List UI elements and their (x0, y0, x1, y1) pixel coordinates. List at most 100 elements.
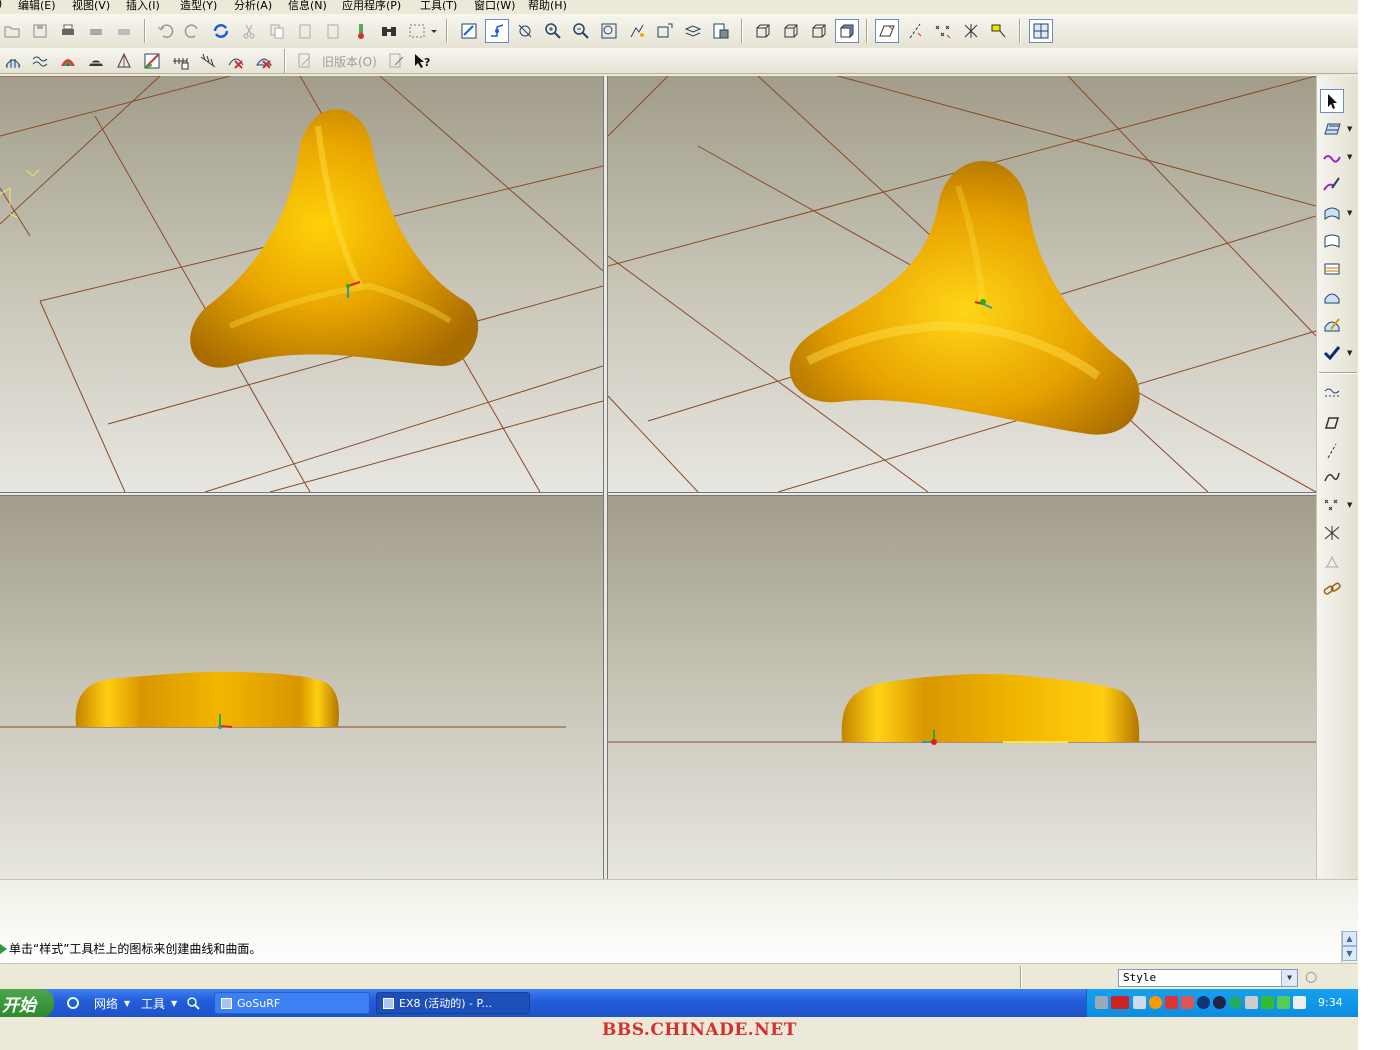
tray-app-icon[interactable] (1149, 996, 1162, 1009)
done-dropdown-icon[interactable]: ▼ (1347, 349, 1352, 357)
tray-ati-icon[interactable] (1111, 996, 1129, 1009)
surface-dropdown-icon[interactable]: ▼ (1347, 209, 1352, 217)
select-pointer-icon[interactable] (1320, 89, 1344, 113)
tray-power-icon[interactable] (1197, 996, 1210, 1009)
message-scrollbar[interactable]: ▲ ▼ (1341, 931, 1358, 963)
section-analysis-icon[interactable] (28, 49, 52, 73)
chain-link-icon[interactable] (1320, 577, 1344, 601)
datum-axes-icon[interactable] (903, 19, 927, 43)
menu-insert[interactable]: 插入(I) (126, 0, 160, 12)
refit-icon[interactable] (597, 19, 621, 43)
datum-planes-icon[interactable] (875, 19, 899, 43)
curve-dropdown-icon[interactable]: ▼ (1347, 153, 1352, 161)
taskbar-clock[interactable]: 9:34 (1318, 996, 1343, 1009)
surface-connect-icon[interactable] (1320, 229, 1344, 253)
create-curve-icon[interactable] (1320, 145, 1344, 169)
send-icon[interactable] (112, 19, 136, 43)
spin-center-icon[interactable] (485, 19, 509, 43)
curvature-porcupine-icon[interactable] (196, 49, 220, 73)
old-version-icon[interactable] (293, 49, 317, 73)
menu-info[interactable]: 信息(N) (288, 0, 327, 12)
plane-dropdown-icon[interactable]: ▼ (1347, 125, 1352, 133)
model-tree-icon[interactable] (349, 19, 373, 43)
slope-analysis-icon[interactable] (140, 49, 164, 73)
chevron-down-icon[interactable]: ▼ (1281, 970, 1297, 986)
layers-icon[interactable] (681, 19, 705, 43)
repaint-icon[interactable] (457, 19, 481, 43)
done-check-icon[interactable] (1320, 341, 1344, 365)
viewport-top-left[interactable] (0, 76, 603, 492)
datum-axis-tool-icon[interactable] (1320, 439, 1344, 463)
tray-doc-icon[interactable] (1293, 996, 1306, 1009)
scroll-up-icon[interactable]: ▲ (1342, 931, 1357, 946)
saved-views-icon[interactable] (653, 19, 677, 43)
viewport-top-right[interactable] (608, 76, 1316, 492)
datum-plane-tool-icon[interactable] (1320, 411, 1344, 435)
point-dropdown-icon[interactable]: ▼ (1347, 501, 1352, 509)
analysis-feature-icon[interactable] (1320, 549, 1344, 573)
menu-view[interactable]: 视图(V) (72, 0, 110, 12)
tri-lobe-model-front[interactable] (75, 671, 339, 727)
graphics-window[interactable] (0, 76, 1316, 879)
search-binoculars-icon[interactable] (377, 19, 401, 43)
paste-special-icon[interactable] (321, 19, 345, 43)
menu-help[interactable]: 帮助(H) (528, 0, 567, 12)
menu-edit[interactable]: 编辑(E) (18, 0, 56, 12)
annotations-icon[interactable] (987, 19, 1011, 43)
context-help-icon[interactable]: ? (410, 49, 434, 73)
coord-systems-icon[interactable] (959, 19, 983, 43)
zoom-out-icon[interactable] (569, 19, 593, 43)
hide-analysis-icon[interactable] (224, 49, 248, 73)
select-dropdown-icon[interactable] (428, 19, 440, 43)
tray-update-icon[interactable] (1181, 996, 1194, 1009)
quick-tools[interactable]: 工具 ▼ (141, 992, 177, 1014)
tray-monitor-icon[interactable] (1277, 996, 1290, 1009)
surface-icon[interactable] (1320, 201, 1344, 225)
cut-icon[interactable] (237, 19, 261, 43)
reflection-analysis-icon[interactable] (84, 49, 108, 73)
search-tool-icon[interactable] (186, 992, 200, 1014)
select-box-icon[interactable] (405, 19, 429, 43)
scroll-down-icon[interactable]: ▼ (1342, 946, 1357, 961)
zoom-in-icon[interactable] (541, 19, 565, 43)
task-gosurf[interactable]: GoSuRF (214, 992, 370, 1014)
menu-applications[interactable]: 应用程序(P) (342, 0, 401, 12)
edit-definition-icon[interactable] (384, 49, 408, 73)
active-plane-icon[interactable] (1320, 117, 1344, 141)
task-ex8[interactable]: EX8 (活动的) - P... (376, 992, 530, 1014)
tri-lobe-model[interactable] (190, 109, 479, 368)
tray-security-icon[interactable] (1165, 996, 1178, 1009)
view-manager-icon[interactable] (709, 19, 733, 43)
viewport-bottom-left[interactable] (0, 496, 603, 879)
datum-points-icon[interactable] (931, 19, 955, 43)
paste-icon[interactable] (293, 19, 317, 43)
surface-edit-icon[interactable] (1320, 285, 1344, 309)
wireframe-icon[interactable] (751, 19, 775, 43)
edit-curve-icon[interactable] (1320, 173, 1344, 197)
tray-volume-icon[interactable] (1133, 996, 1146, 1009)
ie-icon[interactable] (66, 992, 80, 1014)
print-icon[interactable] (56, 19, 80, 43)
tri-lobe-model-side[interactable] (841, 674, 1140, 742)
dihedral-analysis-icon[interactable] (168, 49, 192, 73)
reorient-icon[interactable] (625, 19, 649, 43)
redo-icon[interactable] (181, 19, 205, 43)
tray-network-icon[interactable] (1095, 996, 1108, 1009)
menu-modeling[interactable]: 造型(Y) (180, 0, 217, 12)
shaded-curvature-icon[interactable] (56, 49, 80, 73)
menu-analysis[interactable]: 分析(A) (234, 0, 272, 12)
curve-on-surface-icon[interactable] (1320, 313, 1344, 337)
datum-plane-display-icon[interactable] (1320, 381, 1344, 405)
tray-tool-icon[interactable] (1245, 996, 1258, 1009)
tray-sync-icon[interactable] (1229, 996, 1242, 1009)
draft-analysis-icon[interactable] (112, 49, 136, 73)
curvature-analysis-icon[interactable] (1, 49, 25, 73)
viewport-bottom-right[interactable] (608, 496, 1316, 879)
copy-icon[interactable] (265, 19, 289, 43)
menu-tools[interactable]: 工具(T) (420, 0, 457, 12)
open-folder-icon[interactable] (0, 19, 24, 43)
datum-point-tool-icon[interactable] (1320, 493, 1344, 517)
tray-shield-icon[interactable] (1261, 996, 1274, 1009)
hidden-line-icon[interactable] (779, 19, 803, 43)
style-toolbar-icon[interactable] (1029, 19, 1053, 43)
